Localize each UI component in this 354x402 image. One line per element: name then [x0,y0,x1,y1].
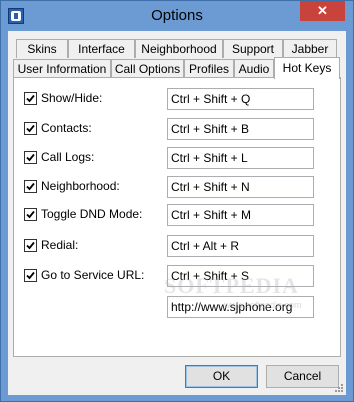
checkmark-icon [26,210,35,219]
tab-support[interactable]: Support [223,39,283,58]
toggle-dnd-hotkey-field[interactable] [167,204,314,226]
hotkey-label: Redial: [41,238,79,252]
tab-user-information[interactable]: User Information [13,59,111,78]
hotkey-label: Toggle DND Mode: [41,207,143,221]
resize-grip-icon[interactable] [334,383,344,393]
hot-keys-panel: Show/Hide: Contacts: Call Logs: Neighbor… [13,77,341,357]
tab-audio[interactable]: Audio [234,59,274,78]
checkmark-icon [26,182,35,191]
tab-neighborhood[interactable]: Neighborhood [135,39,223,58]
dialog-client-area: Skins Interface Neighborhood Support Jab… [8,31,346,395]
tab-profiles[interactable]: Profiles [184,59,234,78]
hotkey-label: Go to Service URL: [41,268,145,282]
close-button[interactable]: ✕ [300,1,345,21]
show-hide-checkbox[interactable] [24,92,37,105]
hotkey-label: Call Logs: [41,150,95,164]
checkmark-icon [26,124,35,133]
checkmark-icon [26,271,35,280]
redial-hotkey-field[interactable] [167,235,314,257]
show-hide-hotkey-field[interactable] [167,88,314,110]
title-bar[interactable]: Options ✕ [1,1,353,31]
tab-hot-keys[interactable]: Hot Keys [274,57,340,79]
redial-checkbox[interactable] [24,239,37,252]
service-url-field[interactable] [167,296,314,318]
hotkey-label: Contacts: [41,121,92,135]
checkmark-icon [26,94,35,103]
hotkey-label: Neighborhood: [41,179,120,193]
call-logs-checkbox[interactable] [24,151,37,164]
toggle-dnd-checkbox[interactable] [24,208,37,221]
contacts-checkbox[interactable] [24,122,37,135]
service-url-checkbox[interactable] [24,269,37,282]
tab-interface[interactable]: Interface [68,39,135,58]
ok-button[interactable]: OK [185,365,258,388]
tab-skins[interactable]: Skins [16,39,68,58]
hotkey-label: Show/Hide: [41,91,103,105]
checkmark-icon [26,153,35,162]
cancel-button[interactable]: Cancel [266,365,339,388]
tab-jabber[interactable]: Jabber [283,39,337,58]
contacts-hotkey-field[interactable] [167,118,314,140]
neighborhood-checkbox[interactable] [24,180,37,193]
checkmark-icon [26,241,35,250]
tab-call-options[interactable]: Call Options [111,59,184,78]
neighborhood-hotkey-field[interactable] [167,176,314,198]
call-logs-hotkey-field[interactable] [167,147,314,169]
options-window: Options ✕ Skins Interface Neighborhood S… [0,0,354,402]
service-url-hotkey-field[interactable] [167,265,314,287]
